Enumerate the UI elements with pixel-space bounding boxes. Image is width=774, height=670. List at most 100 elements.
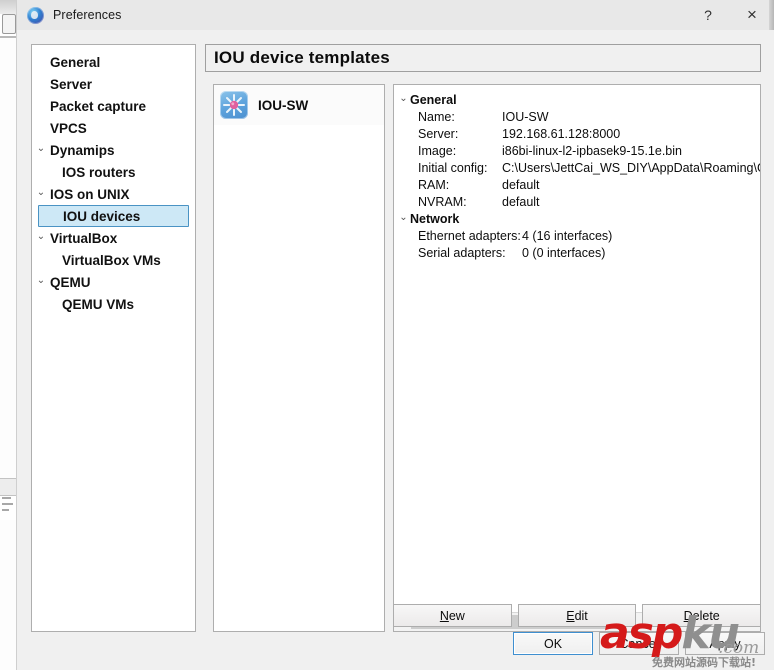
sidebar-item-packet-capture[interactable]: ⌄Packet capture (32, 95, 195, 117)
property-row: NVRAM: default (394, 193, 760, 210)
property-group-title: Network (410, 211, 460, 226)
property-row: Initial config: C:\Users\JettCai_WS_DIY\A… (394, 159, 760, 176)
sidebar-item-label: VirtualBox VMs (62, 252, 161, 268)
property-value: 4 (16 interfaces) (522, 228, 613, 243)
dialog-footer-buttons: OK Cancel Apply (513, 632, 765, 655)
sidebar-item-label: VPCS (50, 120, 87, 136)
sidebar-item-iou-devices[interactable]: ⌄ IOU devices (38, 205, 189, 227)
sidebar-item-ios-on-unix[interactable]: ⌄ IOS on UNIX (32, 183, 195, 205)
sidebar-item-label: Packet capture (50, 98, 147, 114)
sidebar-item-label: VirtualBox (50, 230, 118, 246)
property-group-header-general[interactable]: ⌄ General (394, 91, 760, 108)
sidebar-item-label: IOU devices (63, 208, 141, 224)
tree-indent-spacer: ⌄ (34, 78, 48, 88)
property-row: RAM: default (394, 176, 760, 193)
sidebar-item-qemu-vms[interactable]: ⌄ QEMU VMs (32, 293, 195, 315)
property-group-header-network[interactable]: ⌄ Network (394, 210, 760, 227)
property-row: Name: IOU-SW (394, 108, 760, 125)
ok-button[interactable]: OK (513, 632, 593, 655)
property-value: C:\Users\JettCai_WS_DIY\AppData\Roaming\… (502, 160, 760, 175)
close-icon[interactable]: × (730, 0, 774, 30)
sidebar-item-label: IOS routers (62, 164, 136, 180)
help-icon[interactable]: ? (686, 0, 730, 30)
tree-indent-spacer: ⌄ (34, 166, 48, 176)
tree-indent-spacer: ⌄ (34, 122, 48, 132)
sidebar-item-label: QEMU VMs (62, 296, 135, 312)
property-value: IOU-SW (502, 109, 549, 124)
title-bar: Preferences ? × (17, 0, 774, 30)
tree-indent-spacer: ⌄ (34, 298, 48, 308)
iou-device-list[interactable]: IOU-SW (213, 84, 385, 632)
device-name: IOU-SW (258, 97, 309, 113)
edit-button[interactable]: Edit (517, 604, 637, 627)
background-text-line-fragment (2, 509, 9, 511)
property-key: RAM: (418, 177, 450, 192)
chevron-down-icon[interactable]: ⌄ (34, 232, 48, 242)
property-value: 192.168.61.128:8000 (502, 126, 621, 141)
gns3-globe-icon (27, 6, 44, 24)
sidebar-item-general[interactable]: ⌄General (32, 51, 195, 73)
background-panel-strip-fragment (0, 478, 17, 496)
tree-indent-spacer: ⌄ (34, 56, 48, 66)
window-right-edge (769, 0, 774, 30)
property-group-title: General (410, 92, 457, 107)
main-panel: IOU device templates IOU-SW ⌄ General Na… (205, 44, 762, 632)
new-button[interactable]: New (393, 604, 512, 627)
settings-category-tree[interactable]: ⌄General⌄Server⌄Packet capture⌄VPCS⌄Dyna… (31, 44, 196, 632)
device-properties-panel: ⌄ General Name: IOU-SW Server: 192.168.61.128… (393, 84, 761, 632)
sidebar-item-label: IOS on UNIX (50, 186, 130, 202)
list-item[interactable]: IOU-SW (214, 85, 384, 125)
sidebar-item-label: General (50, 54, 101, 70)
background-text-line-fragment (2, 503, 13, 505)
titlebar-controls: ? × (686, 0, 774, 30)
background-window-titlebar-fragment (0, 0, 17, 14)
tree-indent-spacer: ⌄ (34, 100, 48, 110)
tree-indent-spacer: ⌄ (34, 254, 48, 264)
property-key: NVRAM: (418, 194, 467, 209)
sidebar-item-dynamips[interactable]: ⌄ Dynamips (32, 139, 195, 161)
sidebar-item-vpcs[interactable]: ⌄VPCS (32, 117, 195, 139)
chevron-down-icon[interactable]: ⌄ (34, 188, 48, 198)
content-row: IOU-SW ⌄ General Name: IOU-SW Server: 192.168… (205, 84, 761, 632)
property-value: default (502, 194, 540, 209)
property-key: Ethernet adapters: (418, 228, 521, 243)
property-row: Ethernet adapters: 4 (16 interfaces) (394, 227, 760, 244)
window-title: Preferences (53, 8, 122, 22)
property-row: Serial adapters: 0 (0 interfaces) (394, 244, 760, 261)
chevron-down-icon[interactable]: ⌄ (34, 144, 48, 154)
property-value: default (502, 177, 540, 192)
cancel-button[interactable]: Cancel (599, 632, 679, 655)
delete-button[interactable]: Delete (642, 604, 762, 627)
page-title: IOU device templates (205, 44, 761, 72)
background-text-line-fragment (2, 497, 11, 499)
property-row: Server: 192.168.61.128:8000 (394, 125, 760, 142)
sidebar-item-label: Server (50, 76, 93, 92)
chevron-down-icon[interactable]: ⌄ (397, 93, 410, 104)
sidebar-item-virtualbox[interactable]: ⌄ VirtualBox (32, 227, 195, 249)
tree-indent-spacer: ⌄ (41, 210, 55, 220)
property-row: Image: i86bi-linux-l2-ipbasek9-15.1e.bin (394, 142, 760, 159)
apply-button[interactable]: Apply (685, 632, 765, 655)
property-value: i86bi-linux-l2-ipbasek9-15.1e.bin (502, 143, 682, 158)
sidebar-item-ios-routers[interactable]: ⌄ IOS routers (32, 161, 195, 183)
property-key: Serial adapters: (418, 245, 506, 260)
multilayer-switch-icon (220, 91, 248, 119)
property-key: Name: (418, 109, 455, 124)
preferences-dialog: Preferences ? × ⌄General⌄Server⌄Packet c… (16, 0, 774, 670)
sidebar-item-qemu[interactable]: ⌄ QEMU (32, 271, 195, 293)
property-key: Image: (418, 143, 457, 158)
sidebar-item-label: QEMU (50, 274, 91, 290)
property-key: Initial config: (418, 160, 488, 175)
property-value: 0 (0 interfaces) (522, 245, 606, 260)
sidebar-item-server[interactable]: ⌄Server (32, 73, 195, 95)
dialog-footer: OK Cancel Apply (17, 626, 774, 662)
properties-scroll-area: ⌄ General Name: IOU-SW Server: 192.168.61.128… (394, 85, 760, 612)
chevron-down-icon[interactable]: ⌄ (34, 276, 48, 286)
chevron-down-icon[interactable]: ⌄ (397, 212, 410, 223)
property-key: Server: (418, 126, 459, 141)
dialog-body: ⌄General⌄Server⌄Packet capture⌄VPCS⌄Dyna… (17, 30, 774, 670)
template-action-buttons: New Edit Delete (393, 604, 762, 627)
background-toolbar-icon-fragment (2, 14, 16, 34)
sidebar-item-label: Dynamips (50, 142, 115, 158)
sidebar-item-virtualbox-vms[interactable]: ⌄ VirtualBox VMs (32, 249, 195, 271)
